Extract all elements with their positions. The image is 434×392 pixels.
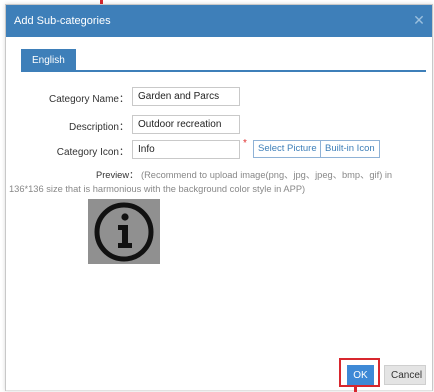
preview-hint: Preview： (Recommend to upload image(png、…: [9, 168, 429, 196]
category-name-label: Category Name：: [48, 94, 129, 105]
footer-divider: [6, 390, 432, 391]
description-input[interactable]: [132, 115, 240, 134]
required-marker: *: [243, 138, 247, 149]
dialog-title: Add Sub-categories: [14, 15, 111, 27]
tab-english[interactable]: English: [21, 49, 76, 70]
category-icon-label: Category Icon：: [56, 147, 129, 158]
ok-button[interactable]: OK: [347, 365, 374, 385]
close-icon[interactable]: ✕: [412, 13, 426, 27]
info-icon: [94, 202, 154, 262]
category-name-input[interactable]: [132, 87, 240, 106]
builtin-icon-button[interactable]: Built-in Icon: [320, 140, 380, 158]
language-tabs: English: [21, 49, 426, 72]
dialog-titlebar: Add Sub-categories ✕: [6, 5, 432, 37]
cancel-button[interactable]: Cancel: [384, 365, 426, 385]
select-picture-button[interactable]: Select Picture: [253, 140, 322, 158]
annotation-arrow-bottom: [354, 386, 357, 392]
description-label: Description：: [68, 122, 129, 133]
category-icon-input[interactable]: [132, 140, 240, 159]
preview-label: Preview：: [96, 170, 139, 180]
add-subcategory-dialog: Add Sub-categories ✕ English Category Na…: [5, 4, 433, 391]
preview-image: [88, 199, 160, 264]
